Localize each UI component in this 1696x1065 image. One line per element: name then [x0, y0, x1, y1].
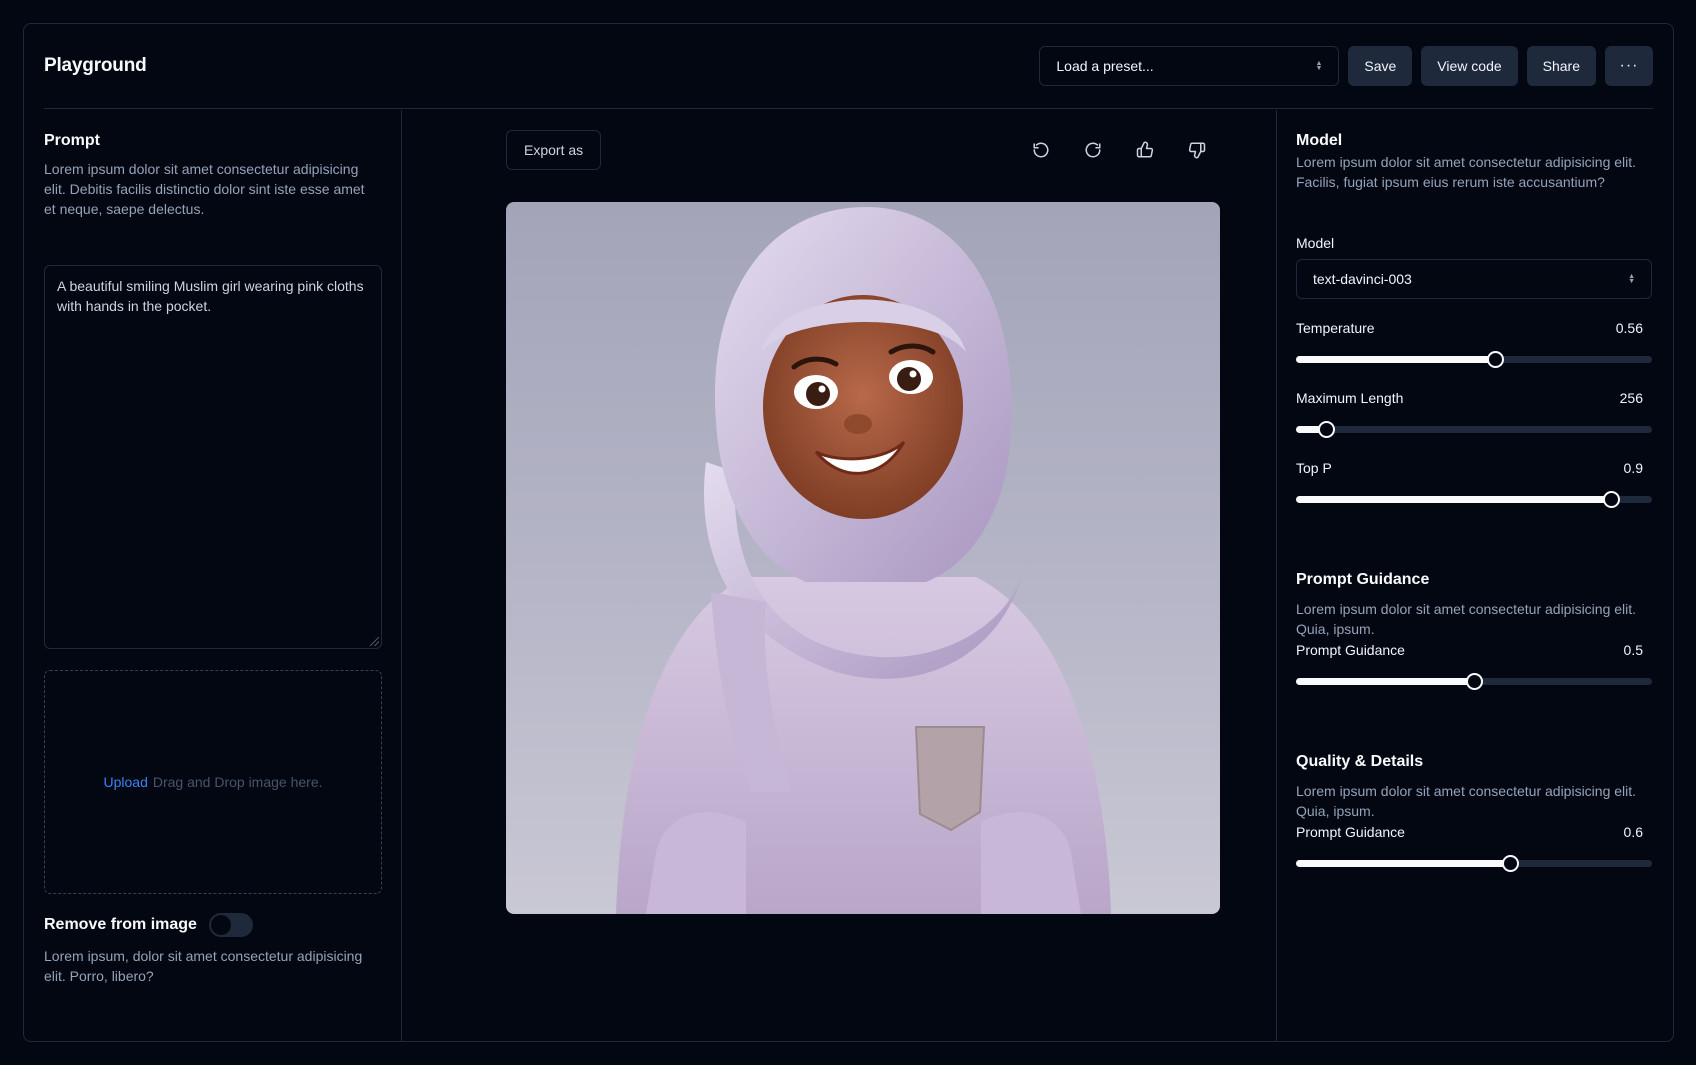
slider-value: 256	[1619, 390, 1643, 406]
toggle-knob	[210, 915, 231, 935]
view-code-button[interactable]: View code	[1421, 46, 1518, 86]
slider-label-row: Temperature 0.56	[1296, 320, 1652, 336]
slider-fill	[1296, 356, 1496, 363]
slider-label: Maximum Length	[1296, 390, 1404, 406]
quality-description: Lorem ipsum dolor sit amet consectetur a…	[1296, 783, 1637, 819]
quality-heading: Quality & Details	[1296, 753, 1424, 770]
model-section: Model Lorem ipsum dolor sit amet consect…	[1296, 132, 1652, 192]
slider-0: Temperature 0.56	[1296, 320, 1652, 368]
slider-value: 0.5	[1623, 642, 1643, 658]
slider-label-row: Prompt Guidance 0.5	[1296, 642, 1652, 658]
slider-2: Top P 0.9	[1296, 460, 1652, 508]
model-select-value: text-davinci-003	[1313, 271, 1412, 287]
slider-track[interactable]	[1296, 491, 1652, 508]
redo-icon[interactable]	[1077, 134, 1109, 166]
slider-thumb[interactable]	[1466, 673, 1483, 690]
slider-label-row: Top P 0.9	[1296, 460, 1652, 476]
export-button[interactable]: Export as	[506, 130, 602, 170]
slider-track[interactable]	[1296, 351, 1652, 368]
remove-from-image-row: Remove from image	[44, 913, 253, 937]
slider-fill	[1296, 860, 1510, 867]
thumbs-down-icon[interactable]	[1181, 134, 1213, 166]
header: Playground Load a preset... ▲ ▼ Save View…	[44, 24, 1653, 109]
model-heading: Model	[1296, 132, 1343, 149]
left-panel: Prompt Lorem ipsum dolor sit amet consec…	[44, 110, 402, 1041]
slider-track[interactable]	[1296, 673, 1652, 690]
thumbs-up-icon[interactable]	[1129, 134, 1161, 166]
upload-link[interactable]: Upload	[103, 774, 147, 790]
dropzone-hint: Drag and Drop image here.	[152, 774, 323, 790]
prompt-guidance-heading: Prompt Guidance	[1296, 571, 1430, 588]
slider-label-row: Maximum Length 256	[1296, 390, 1652, 406]
slider-value: 0.9	[1623, 460, 1643, 476]
preset-placeholder: Load a preset...	[1056, 58, 1154, 74]
prompt-guidance-section: Prompt Guidance Lorem ipsum dolor sit am…	[1296, 571, 1652, 639]
slider-value: 0.56	[1615, 320, 1643, 336]
model-field-label: Model	[1296, 235, 1335, 251]
save-button[interactable]: Save	[1348, 46, 1413, 86]
slider-thumb[interactable]	[1501, 855, 1519, 872]
slider-3: Prompt Guidance 0.5	[1296, 642, 1652, 690]
page-title: Playground	[44, 55, 147, 76]
model-description: Lorem ipsum dolor sit amet consectetur a…	[1296, 154, 1637, 190]
slider-fill	[1296, 678, 1474, 685]
slider-track[interactable]	[1296, 421, 1652, 438]
header-actions: Load a preset... ▲ ▼ Save View code Share…	[1039, 46, 1653, 86]
slider-thumb[interactable]	[1318, 421, 1336, 438]
slider-thumb[interactable]	[1603, 491, 1621, 508]
slider-4: Prompt Guidance 0.6	[1296, 824, 1652, 872]
slider-label-row: Prompt Guidance 0.6	[1296, 824, 1652, 840]
chevron-up-down-icon: ▲ ▼	[1628, 273, 1635, 285]
model-select[interactable]: text-davinci-003 ▲ ▼	[1296, 259, 1652, 299]
image-dropzone[interactable]: Upload Drag and Drop image here.	[44, 670, 382, 894]
slider-fill	[1296, 496, 1612, 503]
slider-label: Prompt Guidance	[1296, 642, 1405, 658]
slider-thumb[interactable]	[1487, 351, 1505, 368]
remove-description: Lorem ipsum, dolor sit amet consectetur …	[44, 948, 363, 984]
slider-label: Temperature	[1296, 320, 1375, 336]
preset-select[interactable]: Load a preset... ▲ ▼	[1039, 46, 1340, 86]
prompt-heading: Prompt	[44, 132, 100, 149]
slider-1: Maximum Length 256	[1296, 390, 1652, 438]
resize-grip-icon[interactable]	[370, 637, 379, 646]
prompt-text: A beautiful smiling Muslim girl wearing …	[57, 278, 364, 314]
remove-from-image-toggle[interactable]	[208, 913, 253, 937]
slider-value: 0.6	[1623, 824, 1643, 840]
settings-panel: Model Lorem ipsum dolor sit amet consect…	[1276, 110, 1655, 1041]
prompt-textarea[interactable]: A beautiful smiling Muslim girl wearing …	[44, 265, 382, 649]
remove-from-image-label: Remove from image	[44, 916, 197, 933]
quality-section: Quality & Details Lorem ipsum dolor sit …	[1296, 753, 1652, 821]
playground-window: Playground Load a preset... ▲ ▼ Save View…	[23, 23, 1674, 1042]
share-button[interactable]: Share	[1526, 46, 1596, 86]
prompt-guidance-description: Lorem ipsum dolor sit amet consectetur a…	[1296, 601, 1637, 637]
more-options-button[interactable]: ···	[1605, 46, 1653, 86]
canvas-panel: Export as	[403, 110, 1276, 1041]
slider-track[interactable]	[1296, 855, 1652, 872]
generated-image	[506, 202, 1220, 914]
slider-label: Prompt Guidance	[1296, 824, 1405, 840]
undo-icon[interactable]	[1025, 134, 1057, 166]
slider-label: Top P	[1296, 460, 1332, 476]
chevron-up-down-icon: ▲ ▼	[1315, 60, 1323, 72]
prompt-description: Lorem ipsum dolor sit amet consectetur a…	[44, 161, 365, 217]
